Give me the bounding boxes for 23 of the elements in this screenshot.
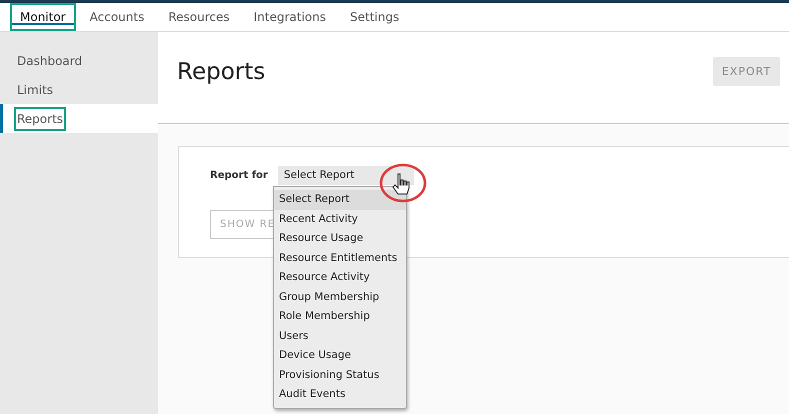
nav-tab[interactable]: Resources xyxy=(158,3,240,31)
nav-tab[interactable]: Integrations xyxy=(244,3,336,31)
page-title: Reports xyxy=(177,58,266,84)
dropdown-option[interactable]: Recent Activity xyxy=(274,210,406,229)
dropdown-option[interactable]: Resource Entitlements xyxy=(274,248,406,268)
nav-tab[interactable]: Monitor xyxy=(10,3,76,31)
dropdown-option[interactable]: Provisioning Status xyxy=(274,366,406,385)
cursor-highlight-drawing xyxy=(378,162,428,204)
report-select[interactable]: Select Report xyxy=(278,166,414,185)
sidebar-item[interactable]: Limits xyxy=(0,75,158,104)
dropdown-option[interactable]: Select Report xyxy=(274,190,406,210)
dropdown-option[interactable]: Users xyxy=(274,326,406,346)
dropdown-option[interactable]: Role Membership xyxy=(274,307,406,326)
dropdown-option[interactable]: Device Usage xyxy=(274,346,406,366)
dropdown-option[interactable]: Audit Events xyxy=(274,385,406,404)
sidebar-item[interactable]: Reports xyxy=(0,104,158,133)
sidebar-item[interactable]: Dashboard xyxy=(0,46,158,75)
dropdown-option[interactable]: Resource Activity xyxy=(274,268,406,288)
field-label: Report for xyxy=(210,170,268,181)
nav-tab[interactable]: Accounts xyxy=(80,3,154,31)
dropdown-option[interactable]: Resource Usage xyxy=(274,229,406,248)
dropdown-option[interactable]: Group Membership xyxy=(274,288,406,307)
nav-tab[interactable]: Settings xyxy=(340,3,410,31)
